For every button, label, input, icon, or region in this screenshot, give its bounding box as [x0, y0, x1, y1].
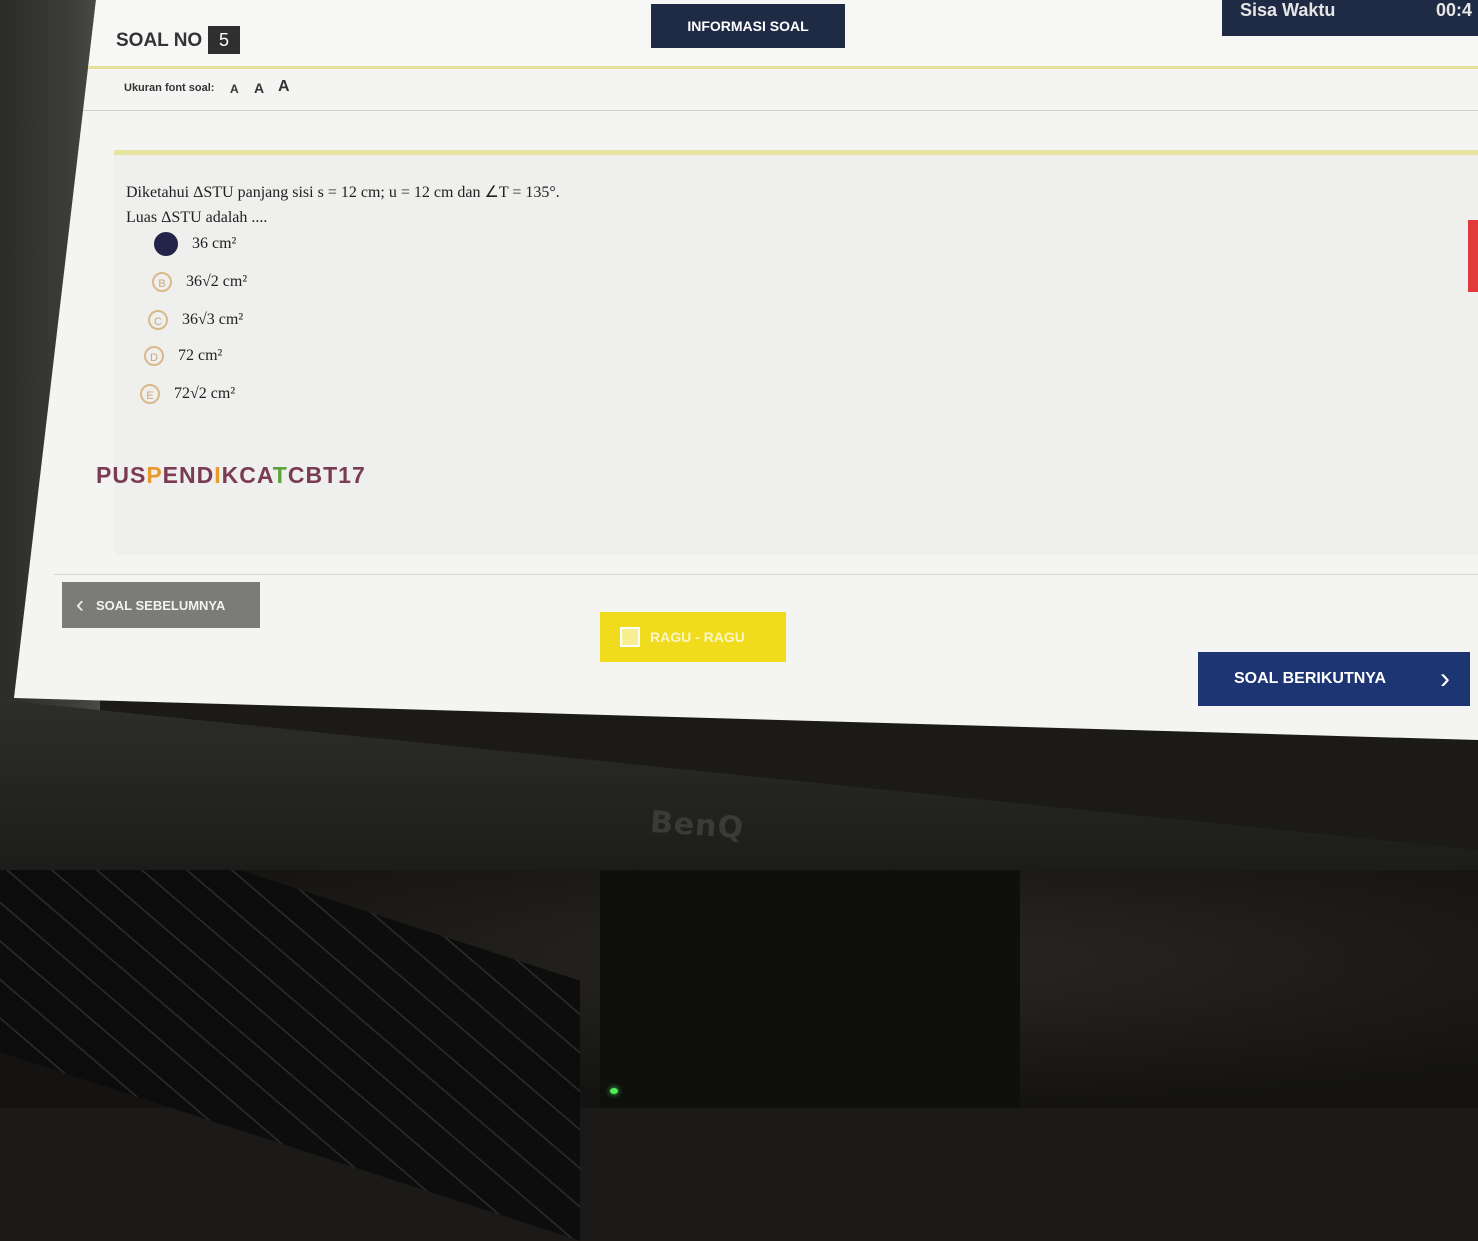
- option-c[interactable]: C 36√3 cm²: [148, 310, 243, 330]
- informasi-soal-button[interactable]: INFORMASI SOAL: [651, 4, 845, 48]
- watermark-letter: S: [129, 462, 147, 488]
- watermark-letter: 7: [351, 462, 366, 488]
- exam-screen: SOAL NO 5 INFORMASI SOAL Sisa Waktu 00:4…: [14, 0, 1478, 740]
- chevron-left-icon: ‹: [76, 591, 84, 618]
- watermark-letter: N: [179, 462, 197, 488]
- option-b-radio[interactable]: B: [152, 272, 172, 292]
- watermark-letter: A: [256, 462, 273, 488]
- option-c-text: 36√3 cm²: [182, 311, 244, 328]
- option-b[interactable]: B 36√2 cm²: [152, 272, 247, 292]
- chevron-right-icon: ›: [1440, 662, 1450, 695]
- font-size-small-button[interactable]: A: [230, 82, 239, 96]
- watermark-letter: E: [162, 462, 179, 488]
- watermark-letter: C: [287, 462, 306, 488]
- font-size-large-button[interactable]: A: [278, 78, 290, 96]
- question-number-badge: 5: [208, 26, 240, 54]
- watermark-letter: P: [146, 462, 163, 488]
- watermark-letter: T: [272, 462, 288, 488]
- font-size-medium-button[interactable]: A: [254, 80, 264, 96]
- power-led: [610, 1088, 618, 1094]
- next-question-button[interactable]: SOAL BERIKUTNYA ›: [1198, 652, 1470, 706]
- watermark-letter: U: [112, 462, 130, 488]
- option-a-text: 36 cm²: [192, 235, 237, 252]
- option-a[interactable]: A 36 cm²: [154, 232, 236, 256]
- watermark-text: PUSPENDIKCATCBT17: [96, 462, 366, 489]
- watermark-letter: 1: [338, 462, 352, 488]
- option-c-radio[interactable]: C: [148, 310, 168, 330]
- question-number-label: SOAL NO: [116, 30, 203, 51]
- watermark-letter: C: [239, 462, 257, 488]
- option-e-text: 72√2 cm²: [174, 385, 236, 402]
- option-a-radio[interactable]: A: [154, 232, 178, 256]
- ragu-checkbox[interactable]: [620, 627, 640, 647]
- watermark-letter: I: [214, 462, 222, 488]
- question-list-tab[interactable]: [1468, 220, 1478, 292]
- timer-box: Sisa Waktu 00:4: [1222, 0, 1478, 36]
- watermark-letter: B: [305, 462, 324, 488]
- ragu-ragu-button[interactable]: RAGU - RAGU: [600, 612, 786, 662]
- option-b-text: 36√2 cm²: [186, 273, 248, 290]
- monitor-stand: [600, 870, 1020, 1108]
- ragu-label: RAGU - RAGU: [650, 629, 745, 645]
- option-d-radio[interactable]: D: [144, 346, 164, 366]
- option-e[interactable]: E 72√2 cm²: [140, 384, 235, 404]
- nav-divider: [54, 574, 1478, 575]
- watermark-letter: K: [221, 462, 240, 488]
- font-size-label: Ukuran font soal:: [124, 82, 215, 94]
- option-d[interactable]: D 72 cm²: [144, 346, 222, 366]
- watermark-letter: P: [96, 462, 113, 488]
- question-text: Diketahui ΔSTU panjang sisi s = 12 cm; u…: [126, 180, 560, 230]
- next-question-label: SOAL BERIKUTNYA: [1234, 670, 1387, 687]
- header-bar: SOAL NO 5 INFORMASI SOAL Sisa Waktu 00:4: [14, 0, 1478, 69]
- question-line-1: Diketahui ΔSTU panjang sisi s = 12 cm; u…: [126, 184, 560, 201]
- monitor-brand-logo: BenQ: [648, 804, 746, 847]
- font-size-bar: Ukuran font soal: A A A: [14, 70, 1478, 111]
- watermark-letter: T: [323, 462, 339, 488]
- prev-question-label: SOAL SEBELUMNYA: [96, 597, 226, 613]
- timer-label: Sisa Waktu: [1240, 0, 1336, 20]
- timer-value: 00:4: [1436, 0, 1473, 20]
- option-e-radio[interactable]: E: [140, 384, 160, 404]
- question-line-2: Luas ΔSTU adalah ....: [126, 209, 268, 226]
- option-d-text: 72 cm²: [178, 347, 223, 364]
- watermark-letter: D: [196, 462, 215, 488]
- prev-question-button[interactable]: ‹ SOAL SEBELUMNYA: [62, 582, 260, 628]
